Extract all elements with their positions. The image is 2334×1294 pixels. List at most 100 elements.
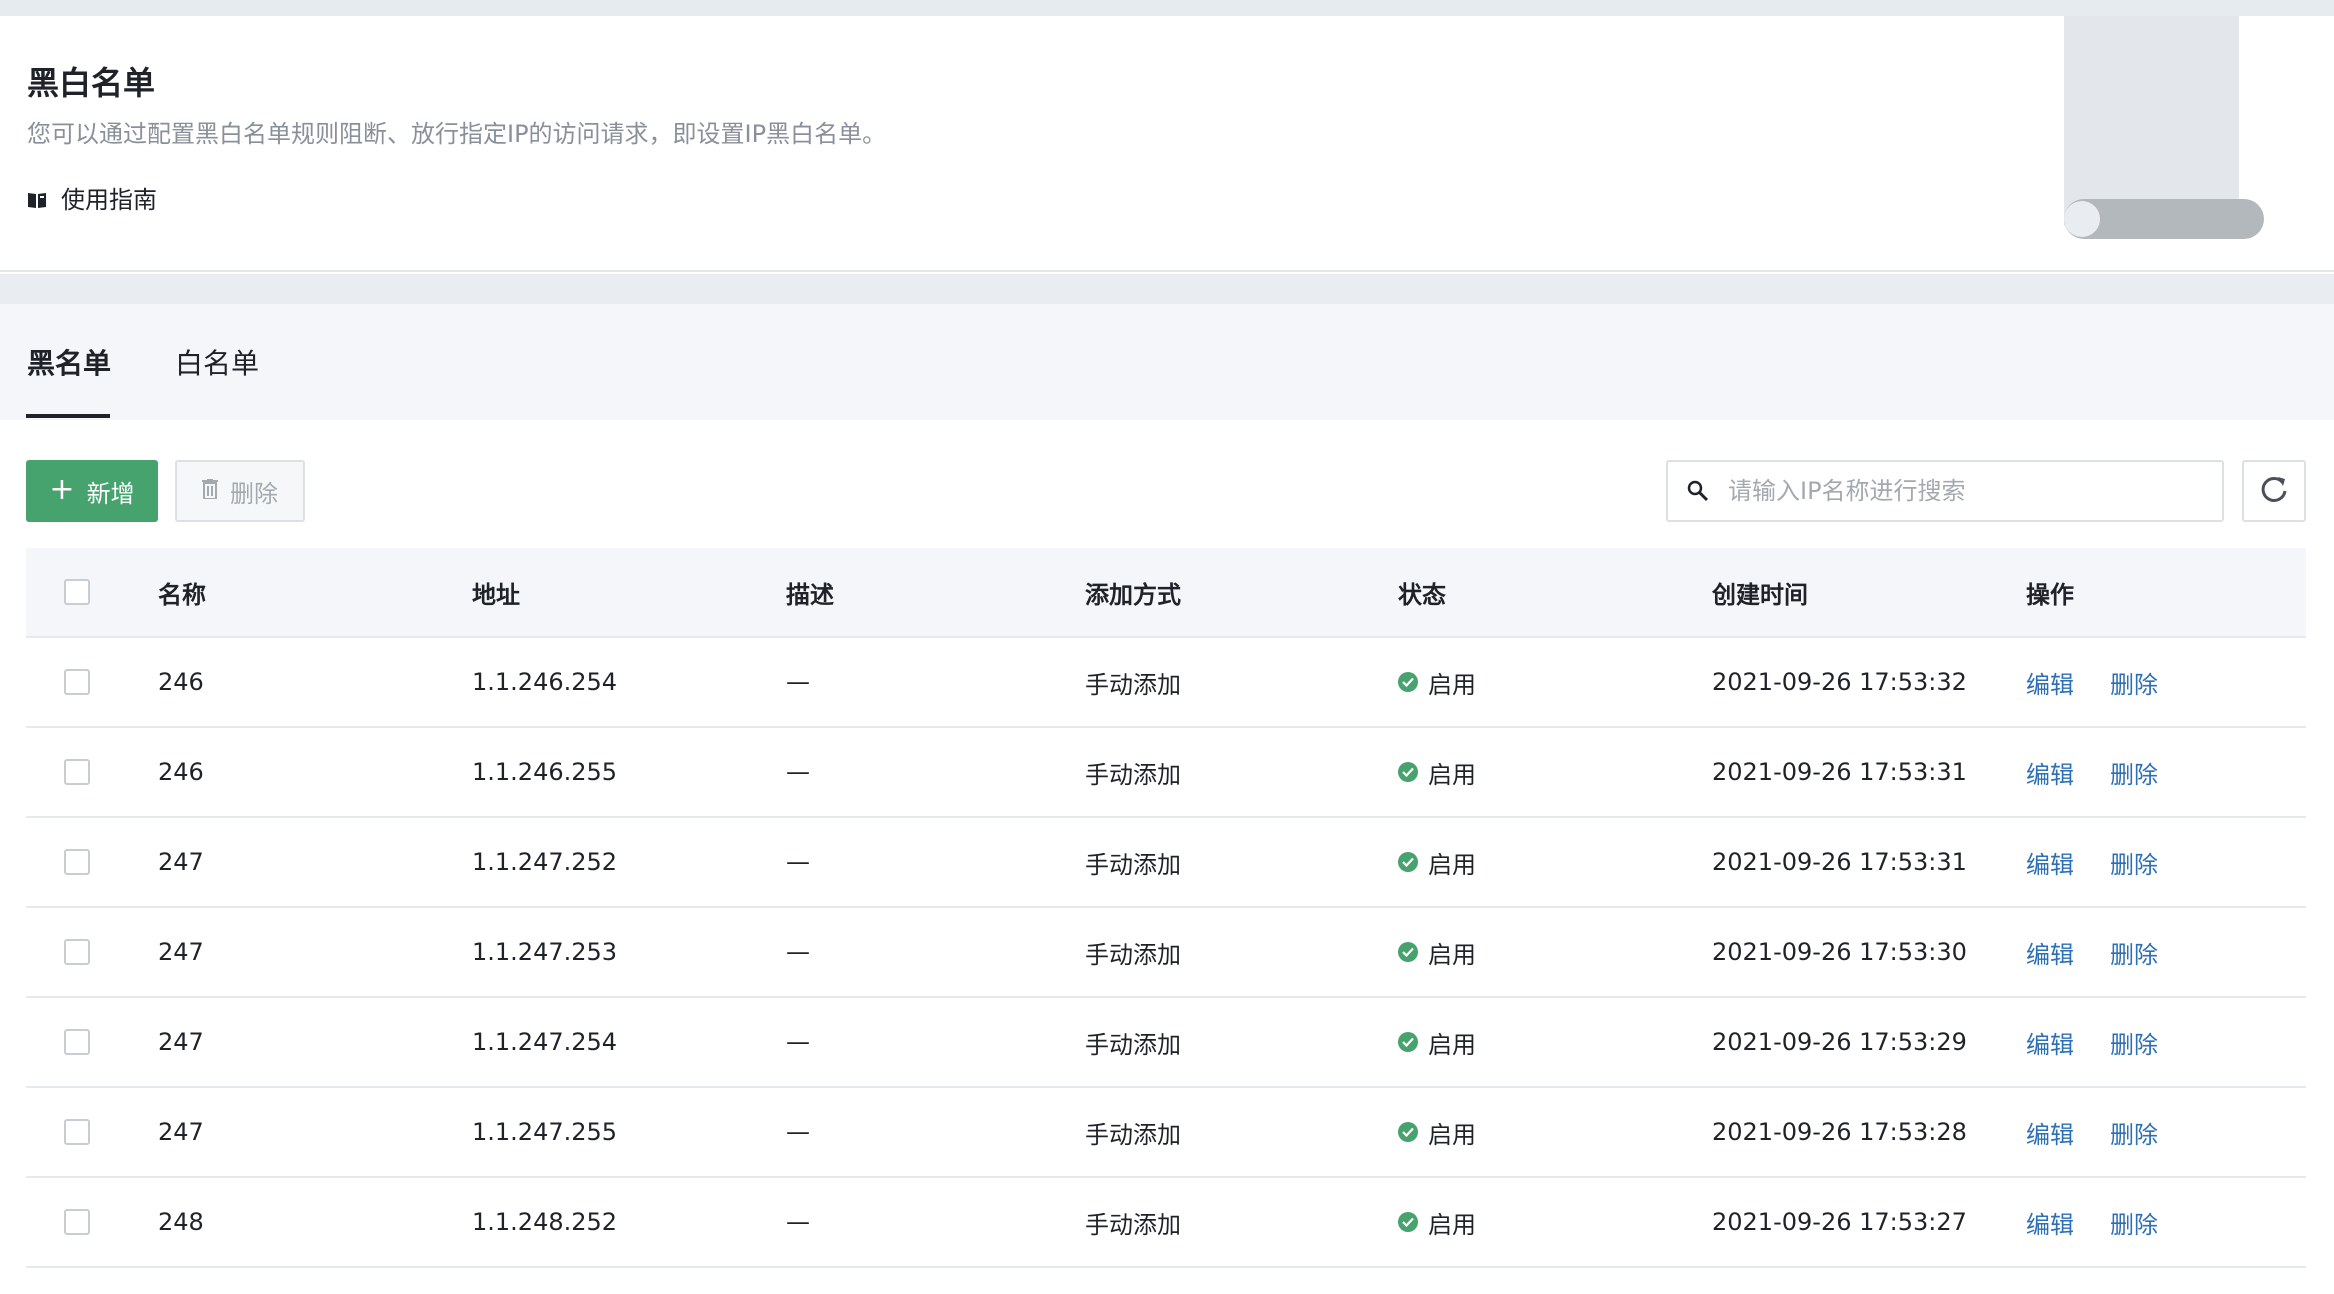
- status-label: 启用: [1428, 1030, 1476, 1059]
- row-description: —: [786, 848, 810, 876]
- refresh-button[interactable]: [2242, 460, 2306, 522]
- row-created-time: 2021-09-26 17:53:32: [1712, 668, 1967, 696]
- table-row: 246 1.1.246.255 — 手动添加 启用 2021-09-26 17:…: [26, 728, 2306, 818]
- column-header-created: 创建时间: [1712, 580, 1808, 609]
- delete-link[interactable]: 删除: [2110, 1025, 2158, 1060]
- edit-link[interactable]: 编辑: [2026, 665, 2074, 700]
- row-status: 启用: [1398, 908, 1476, 996]
- column-header-actions: 操作: [2026, 580, 2074, 609]
- status-label: 启用: [1428, 1120, 1476, 1149]
- page-title: 黑白名单: [27, 64, 156, 102]
- column-header-address: 地址: [472, 580, 520, 609]
- row-address: 1.1.247.253: [472, 938, 618, 966]
- status-label: 启用: [1428, 1210, 1476, 1239]
- edit-link[interactable]: 编辑: [2026, 1115, 2074, 1150]
- row-name: 247: [158, 848, 204, 876]
- row-name: 247: [158, 1028, 204, 1056]
- section-divider: [0, 274, 2334, 304]
- delete-link[interactable]: 删除: [2110, 1205, 2158, 1240]
- row-created-time: 2021-09-26 17:53:31: [1712, 758, 1967, 786]
- tabs-bar: 黑名单 白名单: [0, 304, 2334, 420]
- row-address: 1.1.248.252: [472, 1208, 618, 1236]
- delete-link[interactable]: 删除: [2110, 755, 2158, 790]
- book-icon: [27, 191, 47, 209]
- status-label: 启用: [1428, 670, 1476, 699]
- row-status: 启用: [1398, 728, 1476, 816]
- row-status: 启用: [1398, 818, 1476, 906]
- refresh-icon: [2259, 474, 2289, 508]
- table-row: 247 1.1.247.252 — 手动添加 启用 2021-09-26 17:…: [26, 818, 2306, 908]
- guide-label: 使用指南: [61, 186, 157, 214]
- row-created-time: 2021-09-26 17:53:31: [1712, 848, 1967, 876]
- check-circle-icon: [1398, 1122, 1418, 1142]
- row-method: 手动添加: [1085, 1210, 1181, 1239]
- column-header-description: 描述: [786, 580, 834, 609]
- column-header-status: 状态: [1398, 580, 1446, 609]
- edit-link[interactable]: 编辑: [2026, 1205, 2074, 1240]
- search-input[interactable]: [1728, 477, 2208, 505]
- table-row: 248 1.1.248.252 — 手动添加 启用 2021-09-26 17:…: [26, 1178, 2306, 1268]
- row-status: 启用: [1398, 638, 1476, 726]
- select-all-checkbox[interactable]: [64, 579, 90, 605]
- row-checkbox[interactable]: [64, 1029, 90, 1055]
- column-header-method: 添加方式: [1085, 580, 1181, 609]
- trash-icon: [202, 477, 218, 505]
- table-row: 246 1.1.246.254 — 手动添加 启用 2021-09-26 17:…: [26, 638, 2306, 728]
- batch-delete-button[interactable]: 删除: [175, 460, 305, 522]
- delete-link[interactable]: 删除: [2110, 845, 2158, 880]
- row-name: 247: [158, 938, 204, 966]
- row-created-time: 2021-09-26 17:53:28: [1712, 1118, 1967, 1146]
- row-address: 1.1.246.255: [472, 758, 618, 786]
- row-description: —: [786, 938, 810, 966]
- table-row: 247 1.1.247.254 — 手动添加 启用 2021-09-26 17:…: [26, 998, 2306, 1088]
- row-checkbox[interactable]: [64, 669, 90, 695]
- row-name: 246: [158, 758, 204, 786]
- edit-link[interactable]: 编辑: [2026, 935, 2074, 970]
- row-description: —: [786, 668, 810, 696]
- row-created-time: 2021-09-26 17:53:27: [1712, 1208, 1967, 1236]
- row-status: 启用: [1398, 1178, 1476, 1266]
- row-name: 248: [158, 1208, 204, 1236]
- row-checkbox[interactable]: [64, 1119, 90, 1145]
- row-address: 1.1.247.252: [472, 848, 618, 876]
- search-icon: [1668, 480, 1728, 502]
- guide-link[interactable]: 使用指南: [27, 182, 157, 218]
- table-row: 247 1.1.247.255 — 手动添加 启用 2021-09-26 17:…: [26, 1088, 2306, 1178]
- add-button[interactable]: + 新增: [26, 460, 158, 522]
- blacklist-table: 名称 地址 描述 添加方式 状态 创建时间 操作 246 1.1.246.254…: [26, 548, 2306, 1268]
- row-method: 手动添加: [1085, 760, 1181, 789]
- status-label: 启用: [1428, 760, 1476, 789]
- row-checkbox[interactable]: [64, 939, 90, 965]
- row-method: 手动添加: [1085, 670, 1181, 699]
- active-tab-indicator: [26, 414, 110, 418]
- check-circle-icon: [1398, 852, 1418, 872]
- tab-whitelist[interactable]: 白名单: [175, 342, 259, 386]
- plus-icon: +: [49, 472, 75, 507]
- delete-link[interactable]: 删除: [2110, 1115, 2158, 1150]
- check-circle-icon: [1398, 672, 1418, 692]
- status-label: 启用: [1428, 940, 1476, 969]
- edit-link[interactable]: 编辑: [2026, 755, 2074, 790]
- delete-link[interactable]: 删除: [2110, 665, 2158, 700]
- row-checkbox[interactable]: [64, 759, 90, 785]
- row-method: 手动添加: [1085, 1030, 1181, 1059]
- top-strip: [0, 0, 2334, 16]
- tab-blacklist[interactable]: 黑名单: [27, 342, 111, 386]
- row-description: —: [786, 1028, 810, 1056]
- row-checkbox[interactable]: [64, 1209, 90, 1235]
- row-status: 启用: [1398, 998, 1476, 1086]
- table-row: 247 1.1.247.253 — 手动添加 启用 2021-09-26 17:…: [26, 908, 2306, 998]
- column-header-name: 名称: [158, 580, 206, 609]
- row-method: 手动添加: [1085, 940, 1181, 969]
- row-checkbox[interactable]: [64, 849, 90, 875]
- row-status: 启用: [1398, 1088, 1476, 1176]
- delete-link[interactable]: 删除: [2110, 935, 2158, 970]
- table-header: 名称 地址 描述 添加方式 状态 创建时间 操作: [26, 548, 2306, 638]
- edit-link[interactable]: 编辑: [2026, 1025, 2074, 1060]
- row-description: —: [786, 758, 810, 786]
- check-circle-icon: [1398, 1212, 1418, 1232]
- add-button-label: 新增: [86, 479, 135, 508]
- main-content: + 新增 删除 请输入IP名称进行搜索 名称 地址 描述 添加方式 状态 创建时…: [0, 420, 2334, 1294]
- edit-link[interactable]: 编辑: [2026, 845, 2074, 880]
- row-method: 手动添加: [1085, 850, 1181, 879]
